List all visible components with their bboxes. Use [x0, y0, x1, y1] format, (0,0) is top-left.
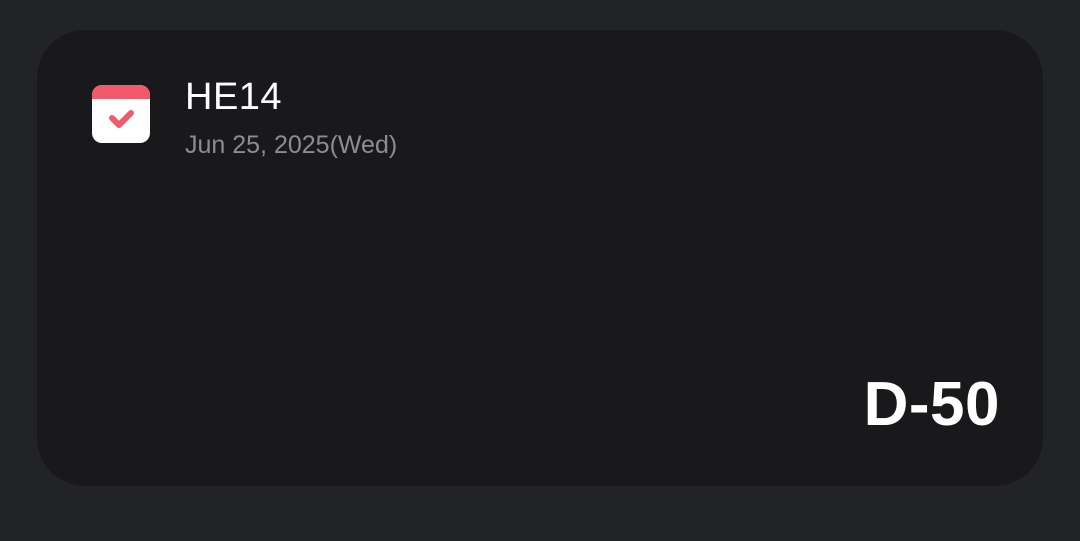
calendar-check-icon	[92, 85, 150, 143]
event-date: Jun 25, 2025(Wed)	[185, 131, 398, 159]
event-title: HE14	[185, 76, 283, 118]
dday-counter: D-50	[863, 370, 1000, 439]
dday-widget-card[interactable]: HE14 Jun 25, 2025(Wed) D-50	[37, 30, 1043, 486]
